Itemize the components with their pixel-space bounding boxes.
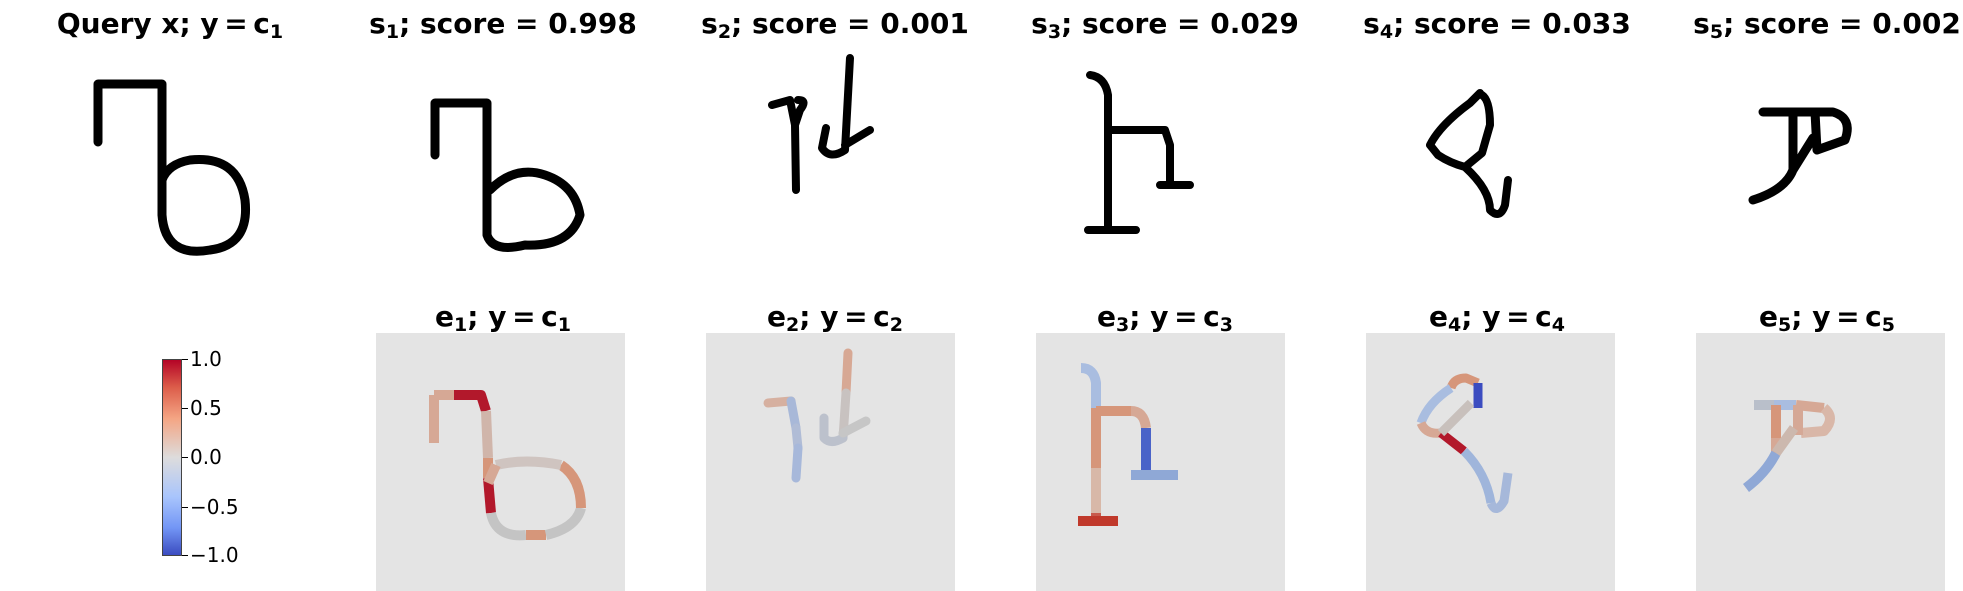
support-5-title: s5; score = 0.002 xyxy=(1693,7,1961,43)
explanation-5-title: e5; y = c5 xyxy=(1759,300,1895,336)
explanation-5-heatmap xyxy=(1742,400,1835,492)
support-4-title: s4; score = 0.033 xyxy=(1363,7,1631,43)
colorbar-tick-label: −1.0 xyxy=(190,543,239,567)
explanation-5-panel xyxy=(1696,333,1945,591)
support-5-glyph xyxy=(1748,107,1852,205)
support-1-glyph xyxy=(430,98,585,252)
colorbar-tick-mark xyxy=(182,457,188,458)
query-glyph xyxy=(93,79,251,256)
colorbar-tick-mark xyxy=(182,359,188,360)
colorbar xyxy=(162,359,182,556)
colorbar-tick-label: −0.5 xyxy=(190,495,239,519)
explanation-2-panel xyxy=(706,333,955,591)
support-2-glyph xyxy=(768,54,874,194)
colorbar-tick-label: 1.0 xyxy=(190,347,222,371)
support-1-title: s1; score = 0.998 xyxy=(369,7,637,43)
support-2-title: s2; score = 0.001 xyxy=(701,7,969,43)
explanation-1-title: e1; y = c1 xyxy=(435,300,571,336)
explanation-3-title: e3; y = c3 xyxy=(1097,300,1233,336)
explanation-3-heatmap xyxy=(1078,363,1178,526)
explanation-1-heatmap xyxy=(429,390,586,541)
support-3-title: s3; score = 0.029 xyxy=(1031,7,1299,43)
explanation-2-title: e2; y = c2 xyxy=(767,300,903,336)
query-title: Query x; y = c1 xyxy=(56,7,284,43)
explanation-1-panel xyxy=(376,333,625,591)
colorbar-tick-mark xyxy=(182,507,188,508)
explanation-4-panel xyxy=(1366,333,1615,591)
explanation-4-heatmap xyxy=(1416,373,1513,513)
explanation-2-heatmap xyxy=(763,348,871,483)
explanation-3-panel xyxy=(1036,333,1285,591)
explanation-4-title: e4; y = c4 xyxy=(1429,300,1565,336)
support-3-glyph xyxy=(1084,71,1194,234)
colorbar-tick-label: 0.5 xyxy=(190,396,222,420)
colorbar-tick-mark xyxy=(182,408,188,409)
colorbar-tick-mark xyxy=(182,555,188,556)
colorbar-tick-label: 0.0 xyxy=(190,445,222,469)
support-4-glyph xyxy=(1426,89,1512,218)
